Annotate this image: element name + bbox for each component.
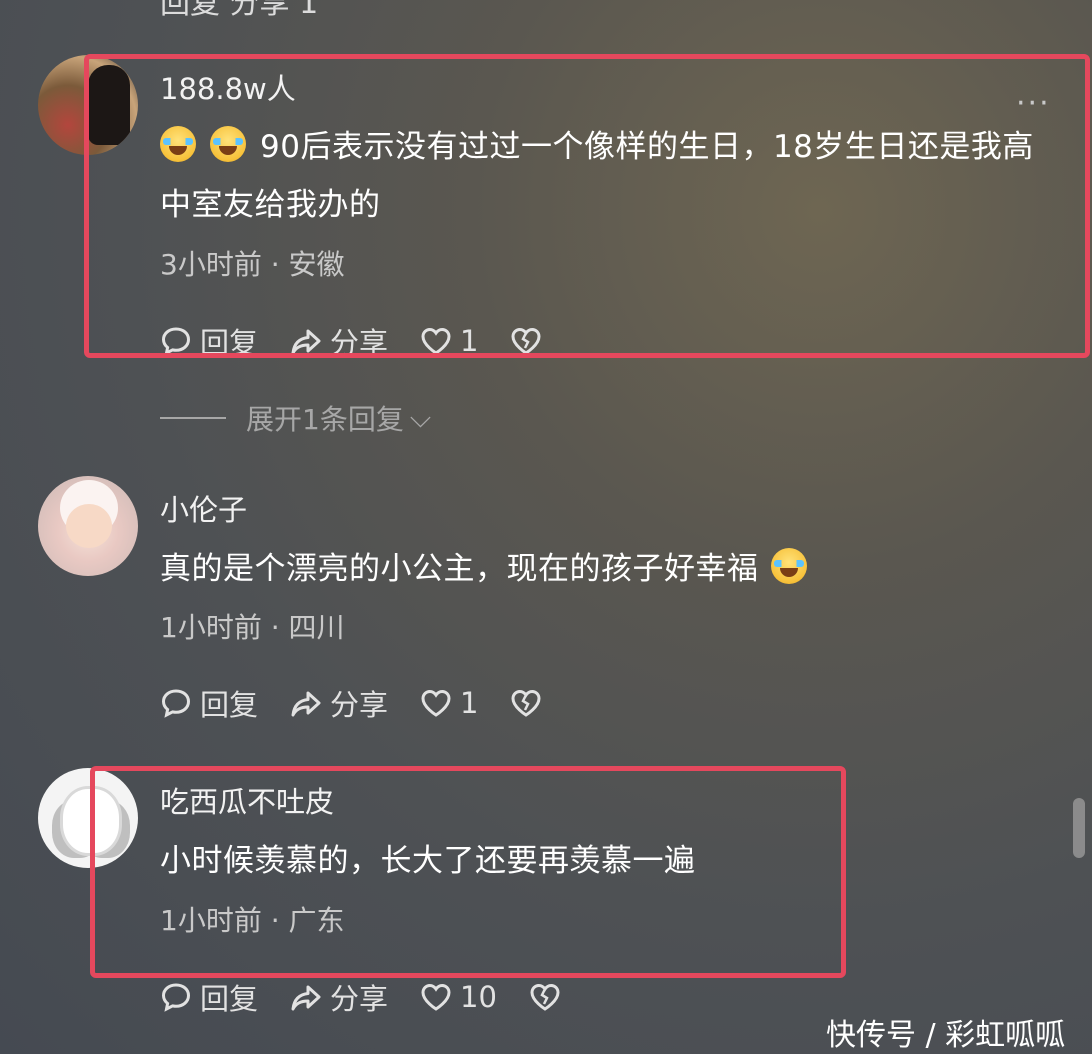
share-label: 分享	[330, 688, 389, 722]
avatar[interactable]	[38, 476, 138, 576]
scrollbar[interactable]	[1073, 798, 1085, 858]
share-button[interactable]: 分享	[290, 976, 388, 1018]
red-highlight-box	[90, 766, 846, 978]
expand-replies-button[interactable]: 展开1条回复 ⌵	[160, 398, 431, 438]
broken-heart-icon	[510, 687, 542, 719]
expand-replies-label: 展开1条回复	[246, 403, 404, 436]
reply-bubble-icon	[160, 687, 192, 719]
share-arrow-icon	[290, 981, 322, 1013]
reply-label: 回复	[200, 688, 259, 722]
previous-comment-actions-partial: 回复 分享 1	[160, 0, 319, 21]
chevron-down-icon: ⌵	[409, 401, 432, 434]
reply-bubble-icon	[160, 981, 192, 1013]
share-label: 分享	[330, 982, 389, 1016]
comment-actions: 回复 分享 10	[160, 976, 601, 1018]
share-arrow-icon	[290, 687, 322, 719]
reply-button[interactable]: 回复	[160, 976, 258, 1018]
comment-meta: 1小时前 · 四川	[160, 611, 345, 644]
dislike-button[interactable]	[510, 687, 550, 719]
heart-icon	[420, 981, 452, 1013]
reply-button[interactable]: 回复	[160, 682, 258, 724]
reply-label: 回复	[200, 982, 259, 1016]
like-button[interactable]: 1	[420, 686, 478, 720]
crying-emoji-icon	[770, 548, 807, 584]
watermark: 快传号 / 彩虹呱呱	[826, 1018, 1066, 1053]
like-button[interactable]: 10	[420, 980, 497, 1014]
share-button[interactable]: 分享	[290, 682, 388, 724]
comment-actions: 回复 分享 1	[160, 682, 582, 724]
dislike-button[interactable]	[529, 981, 569, 1013]
comment-text: 真的是个漂亮的小公主，现在的孩子好幸福	[160, 540, 1040, 598]
red-highlight-box	[84, 54, 1090, 358]
like-count: 10	[460, 980, 497, 1014]
heart-icon	[420, 687, 452, 719]
like-count: 1	[460, 686, 479, 720]
divider-line	[160, 417, 226, 419]
comment-username[interactable]: 小伦子	[160, 487, 247, 529]
comment-text-body: 真的是个漂亮的小公主，现在的孩子好幸福	[160, 551, 759, 587]
broken-heart-icon	[529, 981, 561, 1013]
